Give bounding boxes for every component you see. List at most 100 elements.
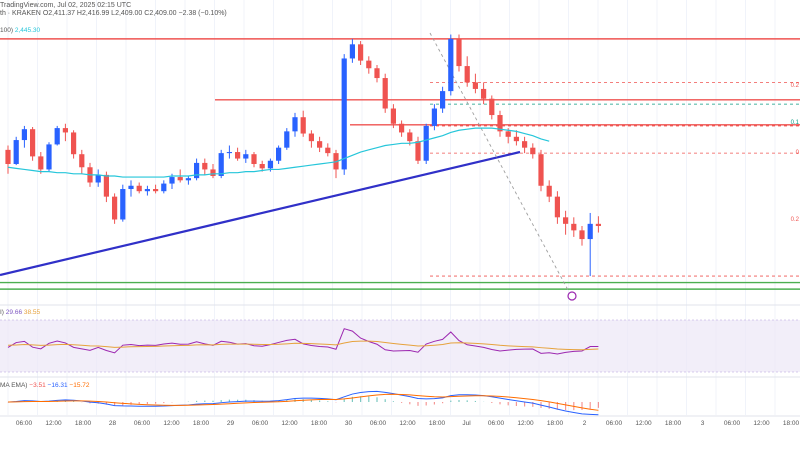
time-axis-label: 06:00 xyxy=(133,420,151,427)
candle-body xyxy=(440,91,446,109)
candle-body xyxy=(399,123,405,133)
candle-body xyxy=(358,44,364,61)
candle-body xyxy=(292,117,298,132)
time-axis-label: 28 xyxy=(108,420,117,427)
candle-body xyxy=(38,156,44,170)
symbol-name: th · KRAKEN xyxy=(0,10,41,17)
candle-body xyxy=(177,177,183,181)
candle-body xyxy=(62,128,68,133)
candle-body xyxy=(259,164,265,169)
candle-body xyxy=(415,141,421,161)
candle-body xyxy=(325,147,331,154)
time-axis-label: Jul xyxy=(462,420,471,427)
candle-body xyxy=(349,44,355,59)
time-axis-label: 12:00 xyxy=(45,420,62,427)
rsi-ma-value: 38.55 xyxy=(23,309,41,316)
time-axis-label: 06:00 xyxy=(369,420,387,427)
candle-body xyxy=(185,178,191,181)
candle-body xyxy=(308,133,314,142)
candle-body xyxy=(595,223,601,227)
time-axis-label: 12:00 xyxy=(517,420,534,427)
candle-body xyxy=(538,154,544,186)
candle-body xyxy=(79,154,85,168)
time-axis-label: 12:00 xyxy=(399,420,416,427)
ma-label: 100) xyxy=(0,27,14,34)
candle-body xyxy=(472,82,478,89)
time-axis-label: 06:00 xyxy=(251,420,269,427)
candle-body xyxy=(153,189,159,192)
time-axis-label: 18:00 xyxy=(192,420,210,427)
time-axis-label: 06:00 xyxy=(487,420,505,427)
candle-body xyxy=(374,68,380,79)
candle-body xyxy=(407,132,413,142)
time-axis-label: 29 xyxy=(226,420,235,427)
candle-body xyxy=(390,108,396,124)
candle-body xyxy=(161,183,167,192)
time-axis-label: 06:00 xyxy=(15,420,33,427)
candle-body xyxy=(587,223,593,240)
time-axis-label: 12:00 xyxy=(163,420,180,427)
candle-body xyxy=(103,174,109,197)
time-axis-label: 06:00 xyxy=(605,420,623,427)
candle-body xyxy=(30,129,36,157)
ma-legend: 100) 2,445.30 xyxy=(0,27,40,34)
candle-body xyxy=(54,128,60,145)
macd-ema-label: EMA) xyxy=(11,382,28,389)
time-axis-label: 06:00 xyxy=(723,420,741,427)
candle-body xyxy=(95,174,101,183)
candle-body xyxy=(21,129,27,141)
time-axis-label: 12:00 xyxy=(753,420,770,427)
candle-body xyxy=(382,78,388,109)
time-axis-label: 2 xyxy=(582,420,587,427)
candle-body xyxy=(144,189,150,192)
macd-legend: MA EMA) −3.51 −16.31 −15.72 xyxy=(0,382,89,389)
fib-label-3: 0 xyxy=(795,150,799,156)
price-chart[interactable] xyxy=(0,0,800,450)
candle-body xyxy=(481,88,487,99)
candle-body xyxy=(13,140,19,164)
ohlc-values: O2,411.37 H2,416.99 L2,409.00 C2,409.00 … xyxy=(42,10,227,17)
candle-body xyxy=(579,230,585,240)
fib-label-1: 0.2 xyxy=(790,83,799,89)
symbol-line: th · KRAKEN O2,411.37 H2,416.99 L2,409.0… xyxy=(0,10,227,17)
fib-label-4: 0.2 xyxy=(790,217,799,223)
candle-body xyxy=(300,117,306,134)
time-axis-label: 3 xyxy=(700,420,705,427)
candle-body xyxy=(128,185,134,190)
time-axis-label: 18:00 xyxy=(428,420,446,427)
candle-body xyxy=(341,58,347,170)
candle-body xyxy=(366,60,372,69)
candle-body xyxy=(71,132,77,155)
candle-body xyxy=(513,136,519,142)
time-axis-label: 18:00 xyxy=(310,420,328,427)
candle-body xyxy=(243,154,249,159)
candle-body xyxy=(226,152,232,154)
time-axis-label: 12:00 xyxy=(635,420,652,427)
candle-body xyxy=(112,196,118,220)
candle-body xyxy=(423,125,429,161)
macd-hist-value: −3.51 xyxy=(29,382,46,389)
candle-body xyxy=(505,131,511,137)
rsi-panel xyxy=(0,319,800,373)
rsi-label: I) xyxy=(0,309,4,316)
time-axis-label: 12:00 xyxy=(281,420,298,427)
candle-body xyxy=(169,177,175,184)
time-axis-label: 18:00 xyxy=(664,420,682,427)
candle-body xyxy=(489,98,495,116)
candle-body xyxy=(456,38,462,67)
candle-body xyxy=(546,185,552,197)
macd-signal-value: −15.72 xyxy=(69,382,90,389)
time-axis-label: 18:00 xyxy=(546,420,564,427)
fib-label-2: 0.1 xyxy=(790,120,799,126)
candle-body xyxy=(5,149,11,164)
candle-body xyxy=(448,38,454,92)
candle-body xyxy=(554,196,560,218)
candle-body xyxy=(136,185,142,192)
candle-body xyxy=(267,160,273,169)
candle-body xyxy=(530,147,536,155)
candle-body xyxy=(194,162,200,179)
candle-body xyxy=(235,152,241,159)
candle-body xyxy=(563,217,569,224)
candle-body xyxy=(251,154,257,164)
time-axis-label: 18:00 xyxy=(74,420,92,427)
